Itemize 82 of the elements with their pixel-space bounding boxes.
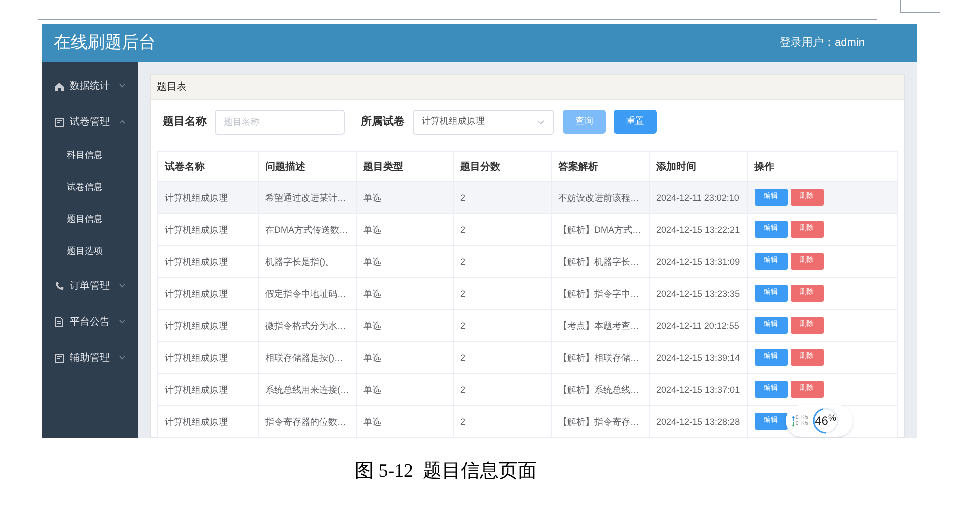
table-cell: 计算机组成原理 <box>165 385 228 395</box>
table-cell: 单选 <box>364 257 382 267</box>
document-icon <box>54 352 65 364</box>
down-arrow-icon <box>792 422 795 426</box>
table-cell: 【解析】机器字长… <box>558 257 640 267</box>
table-cell: 【解析】系统总线… <box>558 385 640 395</box>
column-header: 操作 <box>754 162 774 174</box>
column-header: 问题描述 <box>266 162 306 174</box>
submenu-item[interactable]: 试卷信息 <box>67 181 103 195</box>
table-cell: 【解析】指令寄存… <box>558 417 640 427</box>
table-cell: 不妨设改进前该程… <box>558 193 640 203</box>
user-label: 登录用户：admin <box>780 36 865 51</box>
table-cell: 【解析】DMA方式… <box>558 225 642 235</box>
table-cell: 单选 <box>364 417 382 427</box>
column-header: 试卷名称 <box>165 162 205 174</box>
submenu-item[interactable]: 题目信息 <box>67 213 103 227</box>
table-cell: 计算机组成原理 <box>165 353 228 363</box>
table-cell: 2024-12-15 13:22:21 <box>656 225 740 235</box>
table-cell: 计算机组成原理 <box>165 289 228 299</box>
table-cell: 【解析】相联存储… <box>558 353 640 363</box>
table-cell: 希望通过改进某计… <box>266 193 346 203</box>
table-cell: 【考点】本题考查… <box>558 321 640 331</box>
table-cell: 2024-12-15 13:31:09 <box>656 257 740 267</box>
filter-label: 所属试卷 <box>361 114 405 130</box>
column-header: 题目分数 <box>460 162 500 174</box>
table-cell: 单选 <box>364 225 382 235</box>
table-cell: 指令寄存器的位数… <box>266 417 346 427</box>
table-cell: 2024-12-11 20:12:55 <box>656 321 740 331</box>
menu-item[interactable]: 辅助管理 <box>42 340 138 376</box>
table-cell: 单选 <box>364 321 382 331</box>
table-cell: 计算机组成原理 <box>165 417 228 427</box>
filter-label: 题目名称 <box>163 114 207 130</box>
figure-caption: 图 5-12 题目信息页面 <box>354 461 538 482</box>
table-cell: 单选 <box>364 193 382 203</box>
menu-item[interactable]: 数据统计 <box>42 68 138 104</box>
menu-item[interactable]: 试卷管理 <box>42 104 138 140</box>
table-cell: 假定指令中地址码… <box>266 289 346 299</box>
page-corner-mark <box>900 0 940 13</box>
chevron-down-icon <box>537 120 545 124</box>
table-cell: 相联存储器是按()… <box>266 353 344 363</box>
table-cell: 计算机组成原理 <box>165 257 228 267</box>
table-cell: 2 <box>460 385 466 395</box>
table-cell: 【解析】指令字中… <box>558 289 640 299</box>
table-cell: 2 <box>460 417 466 427</box>
table-cell: 单选 <box>364 385 382 395</box>
table-cell: 2 <box>460 353 466 363</box>
card-title: 题目表 <box>157 80 187 94</box>
home-icon <box>54 80 65 92</box>
menu-item[interactable]: 订单管理 <box>42 268 138 304</box>
table-cell: 机器字长是指()。 <box>266 257 334 267</box>
table-cell: 计算机组成原理 <box>165 321 228 331</box>
submenu-item[interactable]: 科目信息 <box>67 149 103 163</box>
paper-select[interactable]: 计算机组成原理 <box>413 110 554 134</box>
table-cell: 2 <box>460 193 466 203</box>
name-input-field[interactable]: 题目名称 <box>215 110 345 134</box>
table-cell: 2 <box>460 289 466 299</box>
table-cell: 单选 <box>364 353 382 363</box>
up-arrow-icon <box>792 416 795 420</box>
table-cell: 在DMA方式传送数… <box>266 225 348 235</box>
column-header: 添加时间 <box>656 162 696 174</box>
table-cell: 系统总线用来连接(… <box>266 385 350 395</box>
table-cell: 2024-12-15 13:37:01 <box>656 385 740 395</box>
menu-item[interactable]: 平台公告 <box>42 304 138 340</box>
table-cell: 2 <box>460 321 466 331</box>
submenu-item[interactable]: 题目选项 <box>67 245 103 259</box>
table-cell: 单选 <box>364 289 382 299</box>
app-title: 在线刷题后台 <box>54 32 156 54</box>
column-header: 题目类型 <box>364 162 404 174</box>
table-cell: 2024-12-11 23:02:10 <box>656 193 740 203</box>
table-cell: 2024-12-15 13:28:28 <box>656 417 740 427</box>
table-cell: 2024-12-15 13:23:35 <box>656 289 740 299</box>
table-cell: 计算机组成原理 <box>165 225 228 235</box>
table-cell: 2 <box>460 257 466 267</box>
page-icon <box>54 316 65 328</box>
phone-icon <box>54 280 65 292</box>
document-icon <box>54 116 65 128</box>
table-cell: 计算机组成原理 <box>165 193 228 203</box>
percent-text: 46$^{%}$ <box>815 412 836 430</box>
table-cell: 微指令格式分为水… <box>266 321 346 331</box>
column-header: 答案解析 <box>558 162 598 174</box>
table-cell: 2024-12-15 13:39:14 <box>656 353 740 363</box>
table-cell: 2 <box>460 225 466 235</box>
